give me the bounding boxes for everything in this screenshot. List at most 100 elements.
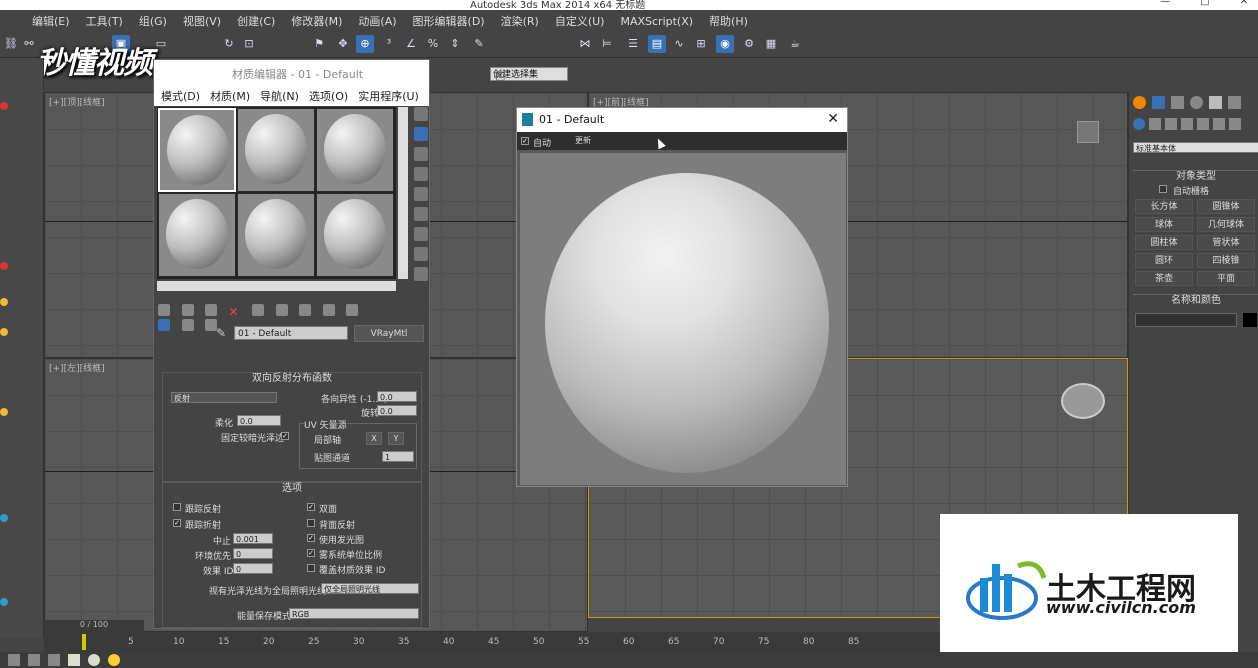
assign-to-selection-icon[interactable] [205, 304, 217, 316]
schematic-view-icon[interactable]: ⊞ [692, 35, 710, 53]
manipulate-icon[interactable]: ⊕ [356, 35, 374, 53]
spacewarps-icon[interactable] [1213, 118, 1225, 130]
scale-icon[interactable]: ⊡ [240, 35, 258, 53]
primitive-button[interactable]: 圆锥体 [1197, 199, 1255, 214]
maximize-icon[interactable]: □ [1200, 0, 1209, 7]
put-to-scene-icon[interactable] [181, 304, 194, 316]
autogrid-checkbox[interactable] [1159, 185, 1167, 193]
time-cursor[interactable] [82, 634, 86, 650]
systems-icon[interactable] [1229, 118, 1241, 130]
material-menu-item[interactable]: 模式(D) [156, 88, 205, 104]
material-slot[interactable] [316, 108, 394, 192]
rotation-field[interactable]: 0.0 [377, 405, 417, 416]
select-link-icon[interactable]: ⛓ [2, 35, 20, 53]
anisotropy-field[interactable]: 0.0 [377, 391, 417, 402]
material-menu-item[interactable]: 选项(O) [304, 88, 353, 104]
shapes-icon[interactable] [1149, 118, 1161, 130]
rotate-icon[interactable]: ↻ [220, 35, 238, 53]
uv-tiling-icon[interactable] [414, 167, 428, 181]
reset-map-icon[interactable]: ✕ [229, 306, 241, 318]
create-tab-icon[interactable] [1133, 96, 1146, 109]
get-material-icon[interactable] [158, 304, 170, 316]
update-button[interactable]: 更新 [561, 135, 605, 148]
menu-item[interactable]: 帮助(H) [701, 13, 756, 29]
material-menu-item[interactable]: 材质(M) [205, 88, 255, 104]
pivot-icon[interactable]: ⚑ [310, 35, 328, 53]
menu-item[interactable]: 图形编辑器(D) [405, 13, 493, 29]
menu-item[interactable]: 动画(A) [350, 13, 404, 29]
light-icon[interactable] [88, 654, 100, 666]
render-frame-icon[interactable]: ▦ [762, 35, 780, 53]
brdf-type-select[interactable]: 反射 [171, 392, 277, 403]
object-name-field[interactable] [1135, 313, 1237, 327]
copy-material-icon[interactable] [252, 304, 264, 316]
trace-reflections-checkbox[interactable] [173, 503, 181, 511]
helpers-icon[interactable] [1197, 118, 1209, 130]
menu-item[interactable]: 修改器(M) [283, 13, 350, 29]
energy-mode-select[interactable]: RGB [289, 608, 419, 619]
material-name-field[interactable]: 01 - Default [234, 326, 348, 340]
name-color-title[interactable]: 名称和颜色 [1133, 295, 1258, 307]
hierarchy-tab-icon[interactable] [1171, 96, 1184, 109]
background-icon[interactable] [414, 147, 428, 161]
backlight-icon[interactable] [414, 127, 428, 141]
axis-y-button[interactable]: Y [388, 432, 404, 445]
put-to-library-icon[interactable] [299, 304, 311, 316]
menu-item[interactable]: 创建(C) [229, 13, 283, 29]
lights-icon[interactable] [1165, 118, 1177, 130]
brdf-title[interactable]: 双向反射分布函数 [163, 373, 421, 385]
max-icon[interactable] [8, 654, 20, 666]
material-slot[interactable] [158, 108, 236, 192]
tool-dot-icon[interactable] [0, 514, 8, 522]
mirror-icon[interactable]: ⋈ [576, 35, 594, 53]
object-color-swatch[interactable] [1243, 313, 1257, 327]
menu-item[interactable]: MAXScript(X) [612, 15, 701, 28]
display-tab-icon[interactable] [1209, 96, 1222, 109]
gloss-rays-select[interactable]: 仅全局照明光线 [321, 583, 419, 594]
close-icon[interactable]: ✕ [827, 111, 839, 127]
tool-dot-icon[interactable] [0, 598, 8, 606]
primitive-button[interactable]: 长方体 [1135, 199, 1193, 214]
effect-id-field[interactable]: 0 [233, 563, 273, 574]
primitive-button[interactable]: 茶壶 [1135, 271, 1193, 286]
options-icon[interactable] [414, 227, 428, 241]
double-sided-checkbox[interactable]: ✓ [307, 503, 315, 511]
utilities-tab-icon[interactable] [1228, 96, 1241, 109]
close-icon[interactable]: ✕ [1240, 0, 1248, 7]
primitive-button[interactable]: 球体 [1135, 217, 1193, 232]
move-icon[interactable]: ✥ [334, 35, 352, 53]
render-setup-icon[interactable]: ⚙ [740, 35, 758, 53]
video-check-icon[interactable] [414, 187, 428, 201]
options-title[interactable]: 选项 [163, 483, 421, 495]
sphere-icon[interactable] [68, 654, 80, 666]
track-icon[interactable] [48, 654, 60, 666]
use-glossiness-checkbox[interactable]: ✓ [307, 534, 315, 542]
material-menu-item[interactable]: 实用程序(U) [353, 88, 424, 104]
timeline[interactable]: 0 / 100 5 10 15 20 25 30 35 40 45 50 55 60 65 70 75 80 8… [44, 620, 940, 652]
viewport-label-left[interactable]: [+][左][线框] [49, 361, 105, 374]
tool-dot-icon[interactable] [0, 102, 8, 110]
menu-item[interactable]: 自定义(U) [547, 13, 613, 29]
scene-explorer-icon[interactable]: ▤ [648, 35, 666, 53]
primitive-button[interactable]: 圆柱体 [1135, 235, 1193, 250]
menu-item[interactable]: 工具(T) [78, 13, 131, 29]
primitive-button[interactable]: 四棱锥 [1197, 253, 1255, 268]
map-channel-field[interactable]: 1 [382, 451, 414, 462]
rect-select-icon[interactable]: ▭ [152, 35, 170, 53]
reflect-back-checkbox[interactable] [307, 519, 315, 527]
edit-named-sel-icon[interactable]: ✎ [470, 35, 488, 53]
slots-vscrollbar[interactable] [398, 107, 408, 279]
close-icon[interactable]: ✕ [495, 69, 504, 82]
cutoff-field[interactable]: 0.001 [233, 533, 273, 544]
make-preview-icon[interactable] [414, 207, 428, 221]
auto-checkbox[interactable]: ✓ [521, 137, 529, 145]
viewcube-icon[interactable] [1061, 383, 1105, 419]
primitive-button[interactable]: 管状体 [1197, 235, 1255, 250]
override-mtl-id-checkbox[interactable] [307, 564, 315, 572]
menu-item[interactable]: 渲染(R) [493, 13, 547, 29]
snap-3d-icon[interactable]: ³ [380, 35, 398, 53]
select-by-material-icon[interactable] [414, 247, 428, 261]
modify-tab-icon[interactable] [1152, 96, 1165, 109]
material-navigator-icon[interactable] [414, 267, 428, 281]
soften-field[interactable]: 0.0 [237, 415, 281, 426]
